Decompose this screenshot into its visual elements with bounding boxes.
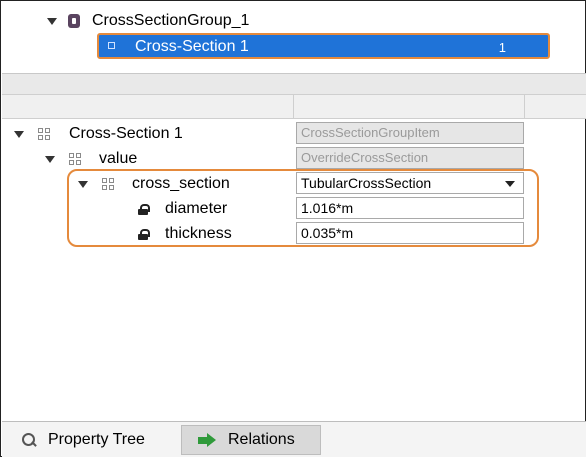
prop-value-root-type: CrossSectionGroupItem bbox=[296, 122, 524, 144]
group-label: CrossSectionGroup_1 bbox=[92, 12, 250, 29]
expand-triangle-icon[interactable] bbox=[45, 155, 55, 163]
grid-icon bbox=[102, 178, 114, 190]
prop-row-diameter[interactable]: diameter bbox=[138, 197, 227, 221]
prop-name-cross-section: cross_section bbox=[132, 175, 230, 192]
group-icon bbox=[68, 14, 80, 28]
tab-relations-label: Relations bbox=[228, 431, 295, 448]
square-icon bbox=[108, 42, 115, 49]
selected-item-count: 1 bbox=[498, 40, 506, 55]
grid-icon bbox=[38, 128, 50, 140]
cross-section-type-dropdown[interactable]: TubularCrossSection bbox=[296, 172, 524, 194]
expand-triangle-icon[interactable] bbox=[47, 17, 57, 25]
prop-row-thickness[interactable]: thickness bbox=[138, 222, 232, 246]
expand-triangle-icon[interactable] bbox=[78, 180, 88, 188]
tab-property-tree[interactable]: Property Tree bbox=[10, 425, 178, 455]
lock-icon bbox=[138, 203, 150, 215]
tab-relations[interactable]: Relations bbox=[181, 425, 321, 455]
prop-row-cross-section[interactable]: cross_section bbox=[78, 172, 230, 196]
tab-bar: Property Tree Relations bbox=[2, 421, 586, 457]
chevron-down-icon[interactable] bbox=[505, 181, 515, 187]
lock-icon bbox=[138, 228, 150, 240]
property-panel: CrossSectionGroup_1 Cross-Section 1 1 Cr… bbox=[0, 0, 586, 457]
prop-value-value-type: OverrideCrossSection bbox=[296, 147, 524, 169]
arrow-right-icon bbox=[198, 433, 216, 447]
prop-row-root[interactable]: Cross-Section 1 bbox=[14, 122, 183, 146]
tab-property-tree-label: Property Tree bbox=[48, 431, 145, 448]
prop-name-thickness: thickness bbox=[165, 225, 232, 242]
tree-row-group[interactable]: CrossSectionGroup_1 bbox=[47, 9, 249, 33]
search-icon bbox=[22, 433, 36, 447]
tree-row-selected-cross-section[interactable]: Cross-Section 1 1 bbox=[97, 33, 550, 59]
column-divider[interactable] bbox=[293, 95, 294, 119]
prop-row-value[interactable]: value bbox=[45, 147, 137, 171]
prop-name-value: value bbox=[99, 150, 138, 167]
column-divider[interactable] bbox=[524, 95, 525, 119]
property-grid-header bbox=[2, 95, 586, 119]
diameter-field[interactable]: 1.016*m bbox=[296, 197, 524, 219]
prop-name-diameter: diameter bbox=[165, 200, 228, 217]
expand-triangle-icon[interactable] bbox=[14, 130, 24, 138]
thickness-field[interactable]: 0.035*m bbox=[296, 222, 524, 244]
selected-item-label: Cross-Section 1 bbox=[135, 38, 249, 55]
splitter-bar[interactable] bbox=[2, 73, 586, 95]
cross-section-type-value: TubularCrossSection bbox=[301, 175, 432, 191]
prop-name-root: Cross-Section 1 bbox=[69, 125, 183, 142]
grid-icon bbox=[69, 153, 81, 165]
